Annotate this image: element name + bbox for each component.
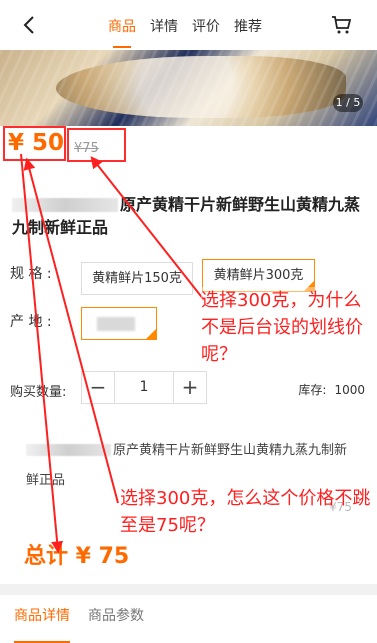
section-divider <box>0 584 377 595</box>
product-image-carousel[interactable] <box>0 50 377 126</box>
stock-label: 库存: <box>298 383 327 397</box>
back-arrow-icon[interactable] <box>18 13 42 37</box>
current-price: ¥ 50 <box>8 130 65 156</box>
tab-details[interactable]: 详情 <box>150 16 178 36</box>
carousel-page-indicator: 1 / 5 <box>333 94 363 112</box>
tab-reviews[interactable]: 评价 <box>192 16 220 36</box>
stock-value: 1000 <box>334 383 365 397</box>
spec-option-300g-label: 黄精鲜片300克 <box>213 268 304 283</box>
product-photo-pattern <box>0 50 377 126</box>
redacted-origin-text <box>97 317 135 331</box>
quantity-stepper[interactable]: − 1 + <box>81 371 207 404</box>
redacted-brand-text <box>12 198 118 212</box>
decrease-quantity-button[interactable]: − <box>82 372 114 403</box>
annotation-note-original-price: 选择300克，为什么不是后台设的划线价呢？ <box>201 287 365 368</box>
detail-tabs: 商品详情 商品参数 <box>0 595 377 643</box>
tab-goods[interactable]: 商品 <box>108 16 136 48</box>
shopping-cart-icon[interactable] <box>329 12 353 36</box>
tab-product-details[interactable]: 商品详情 <box>14 595 70 643</box>
increase-quantity-button[interactable]: + <box>174 372 206 403</box>
stock-info: 库存: 1000 <box>290 381 365 398</box>
tab-product-parameters[interactable]: 商品参数 <box>88 595 144 643</box>
quantity-value[interactable]: 1 <box>114 372 174 403</box>
top-navigation-bar: 商品 详情 评价 推荐 <box>0 0 377 50</box>
spec-option-150g[interactable]: 黄精鲜片150克 <box>81 262 193 295</box>
origin-option[interactable] <box>81 307 157 340</box>
quantity-label: 购买数量: <box>10 385 67 400</box>
total-price: 总计 ¥ 75 <box>24 544 130 569</box>
product-title: 原产黄精干片新鲜野生山黄精九蒸九制新鲜正品 <box>12 193 364 239</box>
tab-recommend[interactable]: 推荐 <box>234 16 262 36</box>
annotation-note-price-change: 选择300克，怎么这个价格不跳至是75呢？ <box>120 485 372 539</box>
selected-check-corner-icon <box>145 328 157 340</box>
original-price: ¥75 <box>74 141 99 156</box>
redacted-summary-brand-text <box>26 444 111 456</box>
origin-label: 产 地 : <box>10 314 52 330</box>
product-tabs: 商品 详情 评价 推荐 <box>108 16 262 48</box>
spec-label: 规 格 : <box>10 266 52 282</box>
